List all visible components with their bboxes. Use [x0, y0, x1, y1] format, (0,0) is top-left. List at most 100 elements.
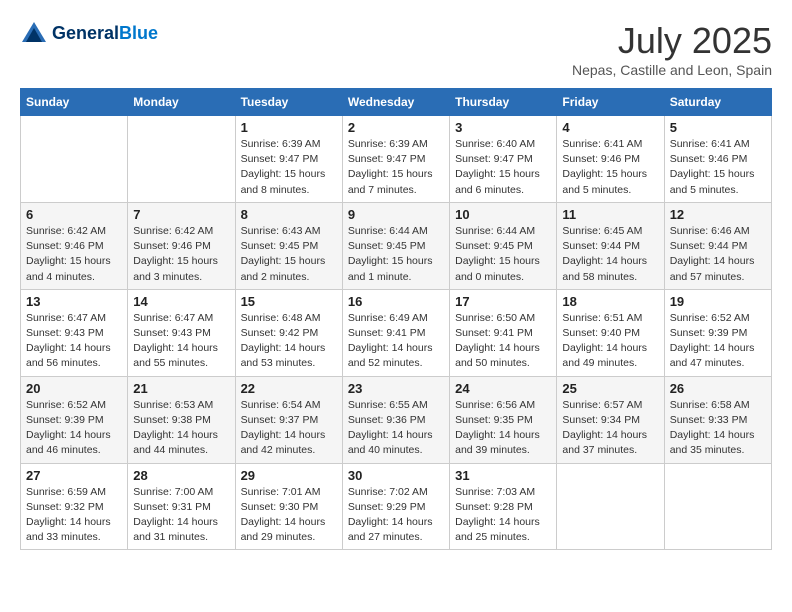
calendar-cell	[21, 116, 128, 203]
day-info: Sunrise: 6:39 AM Sunset: 9:47 PM Dayligh…	[348, 137, 444, 198]
calendar-cell: 22Sunrise: 6:54 AM Sunset: 9:37 PM Dayli…	[235, 376, 342, 463]
logo-text: GeneralBlue	[52, 23, 158, 45]
calendar-cell: 21Sunrise: 6:53 AM Sunset: 9:38 PM Dayli…	[128, 376, 235, 463]
weekday-header: Monday	[128, 89, 235, 116]
calendar-cell: 11Sunrise: 6:45 AM Sunset: 9:44 PM Dayli…	[557, 202, 664, 289]
day-info: Sunrise: 6:51 AM Sunset: 9:40 PM Dayligh…	[562, 311, 658, 372]
calendar-cell: 5Sunrise: 6:41 AM Sunset: 9:46 PM Daylig…	[664, 116, 771, 203]
weekday-header: Saturday	[664, 89, 771, 116]
calendar-week-row: 6 Sunrise: 6:42 AM Sunset: 9:46 PM Daylig…	[21, 202, 772, 289]
weekday-header: Wednesday	[342, 89, 449, 116]
day-info: Sunrise: 6:44 AM Sunset: 9:45 PM Dayligh…	[455, 224, 551, 285]
day-number: 2	[348, 120, 444, 135]
day-info: Sunrise: 6:42 AM Sunset: 9:46 PM Dayligh…	[26, 224, 122, 285]
weekday-header: Friday	[557, 89, 664, 116]
day-number: 6	[26, 207, 122, 222]
calendar-cell: 28Sunrise: 7:00 AM Sunset: 9:31 PM Dayli…	[128, 463, 235, 550]
day-info: Sunrise: 6:40 AM Sunset: 9:47 PM Dayligh…	[455, 137, 551, 198]
calendar-cell: 30 Sunrise: 7:02 AM Sunset: 9:29 PM Dayli…	[342, 463, 449, 550]
calendar-cell: 25 Sunrise: 6:57 AM Sunset: 9:34 PM Dayli…	[557, 376, 664, 463]
day-info: Sunrise: 6:52 AM Sunset: 9:39 PM Dayligh…	[670, 311, 766, 372]
day-number: 28	[133, 468, 229, 483]
calendar-cell: 4 Sunrise: 6:41 AM Sunset: 9:46 PM Daylig…	[557, 116, 664, 203]
calendar-cell: 8 Sunrise: 6:43 AM Sunset: 9:45 PM Daylig…	[235, 202, 342, 289]
calendar-cell: 6 Sunrise: 6:42 AM Sunset: 9:46 PM Daylig…	[21, 202, 128, 289]
day-number: 17	[455, 294, 551, 309]
calendar-cell: 27 Sunrise: 6:59 AM Sunset: 9:32 PM Dayli…	[21, 463, 128, 550]
logo-line1: General	[52, 23, 119, 43]
day-info: Sunrise: 6:41 AM Sunset: 9:46 PM Dayligh…	[562, 137, 658, 198]
calendar-week-row: 13 Sunrise: 6:47 AM Sunset: 9:43 PM Dayli…	[21, 289, 772, 376]
location: Nepas, Castille and Leon, Spain	[572, 62, 772, 78]
calendar-cell: 24Sunrise: 6:56 AM Sunset: 9:35 PM Dayli…	[450, 376, 557, 463]
calendar-cell: 18Sunrise: 6:51 AM Sunset: 9:40 PM Dayli…	[557, 289, 664, 376]
calendar-cell	[128, 116, 235, 203]
day-number: 4	[562, 120, 658, 135]
day-number: 27	[26, 468, 122, 483]
day-number: 14	[133, 294, 229, 309]
day-info: Sunrise: 6:46 AM Sunset: 9:44 PM Dayligh…	[670, 224, 766, 285]
logo: GeneralBlue	[20, 20, 158, 48]
weekday-header: Tuesday	[235, 89, 342, 116]
day-number: 10	[455, 207, 551, 222]
calendar-cell: 2 Sunrise: 6:39 AM Sunset: 9:47 PM Daylig…	[342, 116, 449, 203]
day-info: Sunrise: 6:49 AM Sunset: 9:41 PM Dayligh…	[348, 311, 444, 372]
day-info: Sunrise: 6:44 AM Sunset: 9:45 PM Dayligh…	[348, 224, 444, 285]
day-number: 24	[455, 381, 551, 396]
day-info: Sunrise: 6:52 AM Sunset: 9:39 PM Dayligh…	[26, 398, 122, 459]
day-info: Sunrise: 6:57 AM Sunset: 9:34 PM Dayligh…	[562, 398, 658, 459]
day-info: Sunrise: 6:47 AM Sunset: 9:43 PM Dayligh…	[26, 311, 122, 372]
calendar-cell: 9 Sunrise: 6:44 AM Sunset: 9:45 PM Daylig…	[342, 202, 449, 289]
calendar-cell: 7 Sunrise: 6:42 AM Sunset: 9:46 PM Daylig…	[128, 202, 235, 289]
day-info: Sunrise: 7:01 AM Sunset: 9:30 PM Dayligh…	[241, 485, 337, 546]
day-info: Sunrise: 6:50 AM Sunset: 9:41 PM Dayligh…	[455, 311, 551, 372]
logo-icon	[20, 20, 48, 48]
day-info: Sunrise: 7:02 AM Sunset: 9:29 PM Dayligh…	[348, 485, 444, 546]
calendar-week-row: 27 Sunrise: 6:59 AM Sunset: 9:32 PM Dayli…	[21, 463, 772, 550]
weekday-header: Sunday	[21, 89, 128, 116]
calendar-cell: 14Sunrise: 6:47 AM Sunset: 9:43 PM Dayli…	[128, 289, 235, 376]
day-number: 30	[348, 468, 444, 483]
day-info: Sunrise: 6:45 AM Sunset: 9:44 PM Dayligh…	[562, 224, 658, 285]
day-info: Sunrise: 6:53 AM Sunset: 9:38 PM Dayligh…	[133, 398, 229, 459]
weekday-header: Thursday	[450, 89, 557, 116]
weekday-header-row: SundayMondayTuesdayWednesdayThursdayFrid…	[21, 89, 772, 116]
day-number: 3	[455, 120, 551, 135]
day-number: 7	[133, 207, 229, 222]
calendar-cell: 31Sunrise: 7:03 AM Sunset: 9:28 PM Dayli…	[450, 463, 557, 550]
day-number: 16	[348, 294, 444, 309]
day-info: Sunrise: 6:58 AM Sunset: 9:33 PM Dayligh…	[670, 398, 766, 459]
month-title: July 2025	[572, 20, 772, 62]
day-number: 15	[241, 294, 337, 309]
calendar-cell: 20 Sunrise: 6:52 AM Sunset: 9:39 PM Dayli…	[21, 376, 128, 463]
day-number: 20	[26, 381, 122, 396]
calendar-cell: 19 Sunrise: 6:52 AM Sunset: 9:39 PM Dayli…	[664, 289, 771, 376]
calendar-cell: 15 Sunrise: 6:48 AM Sunset: 9:42 PM Dayli…	[235, 289, 342, 376]
calendar-cell: 10 Sunrise: 6:44 AM Sunset: 9:45 PM Dayli…	[450, 202, 557, 289]
day-info: Sunrise: 6:42 AM Sunset: 9:46 PM Dayligh…	[133, 224, 229, 285]
day-number: 19	[670, 294, 766, 309]
day-number: 12	[670, 207, 766, 222]
calendar-cell: 16 Sunrise: 6:49 AM Sunset: 9:41 PM Dayli…	[342, 289, 449, 376]
calendar-cell: 12 Sunrise: 6:46 AM Sunset: 9:44 PM Dayli…	[664, 202, 771, 289]
day-info: Sunrise: 6:48 AM Sunset: 9:42 PM Dayligh…	[241, 311, 337, 372]
day-info: Sunrise: 6:59 AM Sunset: 9:32 PM Dayligh…	[26, 485, 122, 546]
day-number: 13	[26, 294, 122, 309]
page-header: GeneralBlue July 2025 Nepas, Castille an…	[20, 20, 772, 78]
day-number: 23	[348, 381, 444, 396]
title-block: July 2025 Nepas, Castille and Leon, Spai…	[572, 20, 772, 78]
day-info: Sunrise: 6:39 AM Sunset: 9:47 PM Dayligh…	[241, 137, 337, 198]
day-number: 25	[562, 381, 658, 396]
calendar-cell: 29 Sunrise: 7:01 AM Sunset: 9:30 PM Dayli…	[235, 463, 342, 550]
day-number: 8	[241, 207, 337, 222]
day-number: 5	[670, 120, 766, 135]
calendar-table: SundayMondayTuesdayWednesdayThursdayFrid…	[20, 88, 772, 550]
day-number: 29	[241, 468, 337, 483]
calendar-cell: 26Sunrise: 6:58 AM Sunset: 9:33 PM Dayli…	[664, 376, 771, 463]
calendar-cell: 13 Sunrise: 6:47 AM Sunset: 9:43 PM Dayli…	[21, 289, 128, 376]
calendar-week-row: 1Sunrise: 6:39 AM Sunset: 9:47 PM Daylig…	[21, 116, 772, 203]
calendar-week-row: 20 Sunrise: 6:52 AM Sunset: 9:39 PM Dayli…	[21, 376, 772, 463]
day-number: 9	[348, 207, 444, 222]
calendar-cell: 23Sunrise: 6:55 AM Sunset: 9:36 PM Dayli…	[342, 376, 449, 463]
day-info: Sunrise: 6:43 AM Sunset: 9:45 PM Dayligh…	[241, 224, 337, 285]
